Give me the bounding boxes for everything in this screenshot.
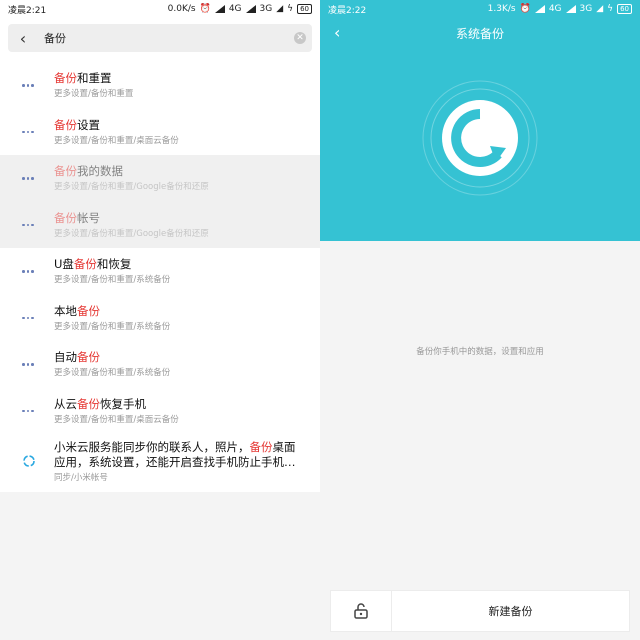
more-icon <box>22 223 34 226</box>
list-item-title: 备份和重置 <box>54 71 112 86</box>
battery-icon: 60 <box>617 4 632 14</box>
more-icon <box>22 130 34 133</box>
list-item[interactable]: 备份帐号更多设置/备份和重置/Google备份和还原 <box>0 201 320 248</box>
more-icon <box>22 177 34 180</box>
list-item-path: 更多设置/备份和重置/桌面云备份 <box>54 135 179 146</box>
list-item-title: 小米云服务能同步你的联系人，照片，备份桌面 <box>54 440 296 454</box>
alarm-icon: ⏰ <box>519 4 531 14</box>
back-icon[interactable]: ‹ <box>334 23 340 42</box>
search-results-screen: 凌晨2:21 0.0K/s ⏰ 4G 3G ◢ ϟ 60 ‹ ✕ 备份和重置更多… <box>0 0 320 640</box>
list-item-path: 更多设置/备份和重置/Google备份和还原 <box>54 228 209 239</box>
network-type-a: 4G <box>228 4 242 14</box>
list-item[interactable]: 本地备份更多设置/备份和重置/系统备份 <box>0 295 320 342</box>
list-item-path: 更多设置/备份和重置/桌面云备份 <box>54 414 179 425</box>
search-box: ‹ ✕ <box>8 24 312 52</box>
sync-icon <box>23 455 35 467</box>
back-icon[interactable]: ‹ <box>14 29 32 48</box>
network-speed: 0.0K/s <box>167 4 196 14</box>
list-item-title: 自动备份 <box>54 350 100 365</box>
charging-icon: ϟ <box>607 4 614 14</box>
header-panel: 凌晨2:22 1.3K/s ⏰ 4G 3G ◢ ϟ 60 ‹ 系统备份 <box>320 0 640 241</box>
signal-icon <box>565 5 576 13</box>
page-title: 系统备份 <box>455 26 504 41</box>
network-type-b: 3G <box>579 4 593 14</box>
list-item-title: 备份帐号 <box>54 210 100 225</box>
charging-icon: ϟ <box>287 4 294 14</box>
list-item-path: 更多设置/备份和重置/Google备份和还原 <box>54 182 209 193</box>
alarm-icon: ⏰ <box>199 4 211 14</box>
list-item[interactable]: 自动备份更多设置/备份和重置/系统备份 <box>0 341 320 388</box>
list-item-title: U盘备份和恢复 <box>54 257 132 272</box>
new-backup-button[interactable]: 新建备份 <box>392 603 629 619</box>
status-bar: 凌晨2:22 1.3K/s ⏰ 4G 3G ◢ ϟ 60 <box>320 0 640 18</box>
result-list: 备份和重置 更多设置/备份和重置 备份设置 更多设置/备份和重置/桌面云备份 备份我的数… <box>0 62 320 434</box>
list-item-title: 本地备份 <box>54 303 100 318</box>
wifi-icon: ◢ <box>596 4 604 14</box>
list-item[interactable]: 备份我的数据更多设置/备份和重置/Google备份和还原 <box>0 155 320 202</box>
network-type-a: 4G <box>548 4 562 14</box>
list-item-path: 更多设置/备份和重置/系统备份 <box>54 275 171 286</box>
more-icon <box>22 409 34 412</box>
signal-icon <box>245 5 256 13</box>
search-bar: ‹ ✕ <box>0 18 320 58</box>
list-item-path: 更多设置/备份和重置 <box>54 89 134 100</box>
unlock-icon <box>354 603 368 619</box>
more-icon <box>22 270 34 273</box>
status-bar: 凌晨2:21 0.0K/s ⏰ 4G 3G ◢ ϟ 60 <box>0 0 320 18</box>
list-item[interactable]: U盘备份和恢复更多设置/备份和重置/系统备份 <box>0 248 320 295</box>
network-speed: 1.3K/s <box>487 4 516 14</box>
list-item-title-line2: 应用，系统设置，还能开启查找手机防止手机… <box>54 455 296 469</box>
list-item-cloud[interactable]: 小米云服务能同步你的联系人，照片，备份桌面 应用，系统设置，还能开启查找手机防止… <box>0 434 320 492</box>
clear-icon[interactable]: ✕ <box>294 32 306 44</box>
backup-logo-icon <box>422 80 538 196</box>
bottom-action-bar: 新建备份 <box>330 590 630 632</box>
title-bar: ‹ 系统备份 <box>320 18 640 48</box>
list-item[interactable]: 备份设置更多设置/备份和重置/桌面云备份 <box>0 109 320 156</box>
backup-description: 备份你手机中的数据，设置和应用 <box>416 347 544 357</box>
list-item[interactable]: 备份和重置更多设置/备份和重置 <box>0 62 320 109</box>
status-time: 凌晨2:22 <box>328 5 367 16</box>
status-time: 凌晨2:21 <box>8 5 47 16</box>
lock-button[interactable] <box>331 591 392 631</box>
list-item-path: 更多设置/备份和重置/系统备份 <box>54 321 171 332</box>
more-icon <box>22 84 34 87</box>
signal-icon <box>214 5 225 13</box>
list-item-title: 从云备份恢复手机 <box>54 396 146 411</box>
list-item-title: 备份我的数据 <box>54 164 123 179</box>
list-item-path: 更多设置/备份和重置/系统备份 <box>54 368 171 379</box>
more-icon <box>22 363 34 366</box>
search-input[interactable] <box>42 30 294 46</box>
more-icon <box>22 316 34 319</box>
system-backup-screen: 凌晨2:22 1.3K/s ⏰ 4G 3G ◢ ϟ 60 ‹ 系统备份 备份你手… <box>320 0 640 640</box>
network-type-b: 3G <box>259 4 273 14</box>
battery-icon: 60 <box>297 4 312 14</box>
signal-icon <box>534 5 545 13</box>
wifi-icon: ◢ <box>276 4 284 14</box>
list-item-path: 同步/小米帐号 <box>54 473 108 483</box>
list-item[interactable]: 从云备份恢复手机更多设置/备份和重置/桌面云备份 <box>0 388 320 435</box>
list-item-title: 备份设置 <box>54 117 100 132</box>
